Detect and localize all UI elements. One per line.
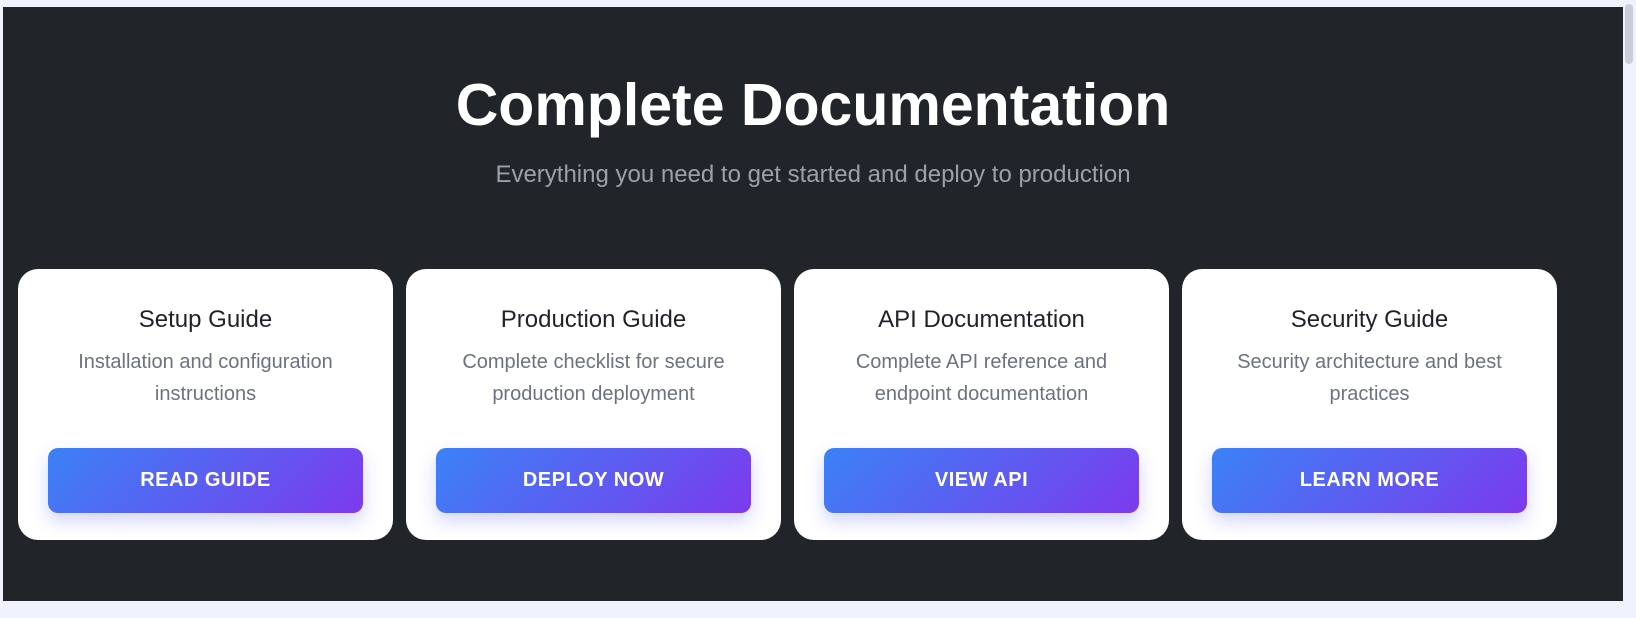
card-title: Security Guide: [1290, 306, 1449, 333]
view-api-button[interactable]: VIEW API: [824, 448, 1139, 513]
scrollbar-thumb[interactable]: [1625, 4, 1633, 64]
card-security-guide: Security Guide Security architecture and…: [1182, 269, 1557, 540]
read-guide-button[interactable]: READ GUIDE: [48, 448, 363, 513]
card-description: Security architecture and best practices: [1237, 351, 1502, 405]
documentation-section: Complete Documentation Everything you ne…: [3, 7, 1623, 601]
card-description: Installation and configuration instructi…: [78, 351, 333, 405]
card-api-documentation: API Documentation Complete API reference…: [794, 269, 1169, 540]
vertical-scrollbar[interactable]: [1623, 0, 1636, 618]
card-title: Production Guide: [500, 306, 687, 333]
card-title: API Documentation: [878, 306, 1085, 333]
section-subtitle: Everything you need to get started and d…: [495, 161, 1131, 188]
card-description: Complete API reference and endpoint docu…: [855, 351, 1108, 405]
card-description: Complete checklist for secure production…: [462, 351, 725, 405]
deploy-now-button[interactable]: DEPLOY NOW: [436, 448, 751, 513]
card-title: Setup Guide: [138, 306, 273, 333]
section-title: Complete Documentation: [455, 72, 1171, 138]
card-setup-guide: Setup Guide Installation and configurati…: [18, 269, 393, 540]
learn-more-button[interactable]: LEARN MORE: [1212, 448, 1527, 513]
card-production-guide: Production Guide Complete checklist for …: [406, 269, 781, 540]
